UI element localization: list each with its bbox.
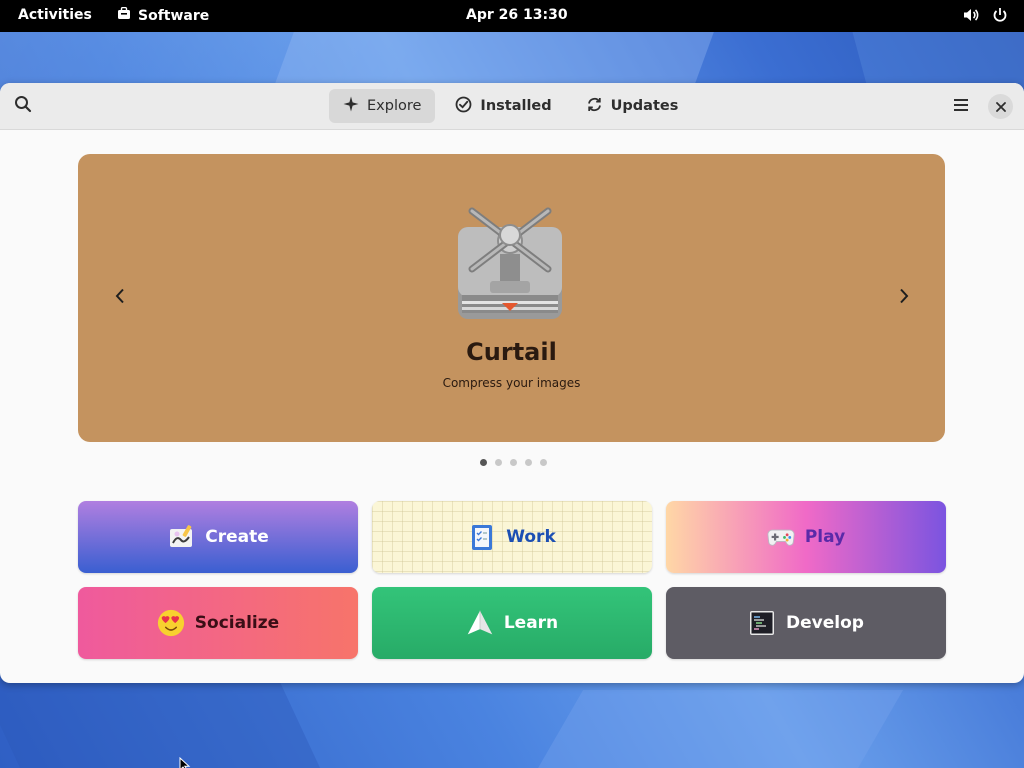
carousel-indicator [480, 459, 547, 466]
carousel-dot[interactable] [480, 459, 487, 466]
app-menu-label: Software [138, 7, 210, 24]
power-icon [992, 7, 1008, 27]
top-bar: Activities Software Apr 26 13:30 [0, 0, 1024, 32]
carousel-dot[interactable] [540, 459, 547, 466]
tab-explore-label: Explore [367, 98, 422, 114]
tab-installed[interactable]: Installed [441, 89, 565, 123]
category-create-label: Create [205, 527, 269, 547]
carousel-dot[interactable] [495, 459, 502, 466]
activities-button[interactable]: Activities [18, 7, 92, 23]
category-play-label: Play [804, 527, 846, 547]
close-icon [995, 97, 1006, 116]
volume-icon [962, 7, 980, 27]
category-create[interactable]: Create [78, 501, 358, 573]
header-bar: Explore Installed Updates [0, 83, 1024, 130]
featured-app-description: Compress your images [442, 376, 581, 390]
chevron-right-icon [898, 288, 910, 308]
hamburger-icon [953, 97, 969, 116]
software-bag-icon [117, 6, 131, 24]
search-icon [14, 95, 32, 117]
view-switcher: Explore Installed Updates [329, 89, 692, 123]
carousel-next-button[interactable] [892, 286, 916, 310]
tab-updates-label: Updates [610, 98, 679, 114]
terminal-icon [748, 609, 776, 637]
category-socialize-label: Socialize [194, 613, 280, 633]
clock[interactable]: Apr 26 13:30 [466, 7, 568, 23]
chevron-left-icon [114, 288, 126, 308]
search-button[interactable] [8, 91, 38, 121]
emoji-icon [157, 609, 185, 637]
carousel-previous-button[interactable] [108, 286, 132, 310]
category-socialize[interactable]: Socialize [78, 587, 358, 659]
system-menu[interactable] [962, 7, 1008, 27]
category-learn-label: Learn [503, 613, 559, 633]
mouse-cursor [179, 756, 191, 768]
category-learn[interactable]: Learn [372, 587, 652, 659]
gamepad-icon [767, 523, 795, 551]
work-icon [468, 523, 496, 551]
app-menu[interactable]: Software [117, 6, 210, 24]
category-develop-label: Develop [786, 613, 864, 633]
tab-updates[interactable]: Updates [572, 89, 693, 123]
refresh-icon [586, 96, 603, 117]
category-develop[interactable]: Develop [666, 587, 946, 659]
carousel-dot[interactable] [510, 459, 517, 466]
paper-plane-icon [466, 609, 494, 637]
featured-app-name: Curtail [466, 338, 557, 366]
software-window: Explore Installed Updates Curtail Compre… [0, 83, 1024, 683]
create-icon [167, 523, 195, 551]
category-work[interactable]: Work [372, 501, 652, 573]
curtail-app-icon [450, 199, 570, 329]
close-button[interactable] [988, 94, 1013, 119]
carousel-dot[interactable] [525, 459, 532, 466]
category-play[interactable]: Play [666, 501, 946, 573]
featured-carousel[interactable]: Curtail Compress your images [78, 154, 945, 442]
tab-explore[interactable]: Explore [329, 89, 436, 123]
check-circle-icon [455, 96, 472, 117]
sparkle-icon [343, 96, 359, 116]
tab-installed-label: Installed [480, 98, 552, 114]
main-menu-button[interactable] [946, 91, 976, 121]
category-work-label: Work [506, 527, 556, 547]
